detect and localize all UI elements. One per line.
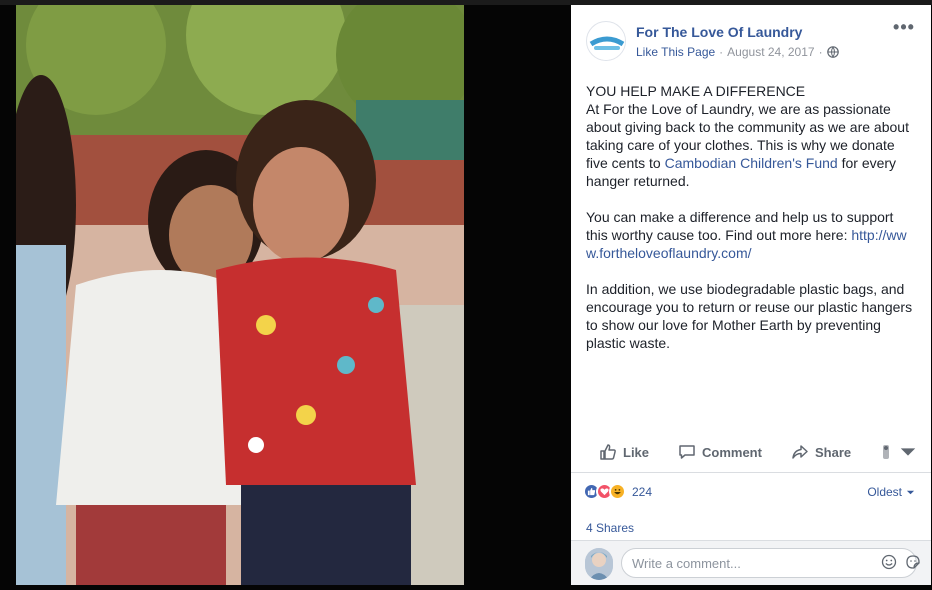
like-page-link[interactable]: Like This Page [636,45,715,59]
avatar-icon [585,548,613,580]
post-paragraph-3: In addition, we use biodegradable plasti… [586,281,913,351]
photo-illustration [16,5,464,585]
sort-label: Oldest [867,485,902,499]
emoji-icon[interactable] [881,554,897,570]
post-paragraph-1: At For the Love of Laundry, we are as pa… [586,100,918,190]
comment-button[interactable]: Comment [678,443,762,461]
user-avatar [585,548,613,580]
share-icon [792,445,808,459]
page-logo-icon [588,23,625,60]
post-heading: YOU HELP MAKE A DIFFERENCE [586,83,806,99]
divider [571,472,931,473]
action-bar: Like Comment Share [571,435,931,471]
comment-tools [881,547,921,570]
share-button[interactable]: Share [791,443,851,461]
post-panel: For The Love Of Laundry Like This Page ·… [571,5,931,585]
comment-placeholder: Write a comment... [632,556,741,571]
reaction-count[interactable]: 224 [632,485,652,499]
comment-label: Comment [702,444,762,460]
more-icon[interactable]: ••• [893,18,915,37]
comment-sort-dropdown[interactable]: Oldest [867,485,915,499]
globe-icon [826,46,839,58]
post-photo[interactable] [16,5,464,585]
page-name[interactable]: For The Love Of Laundry [636,24,802,40]
comment-bar: Write a comment... [571,540,931,585]
like-button[interactable]: Like [599,443,649,461]
post-date[interactable]: August 24, 2017 [727,45,814,59]
like-label: Like [623,444,650,460]
cambodian-fund-link[interactable]: Cambodian Children's Fund [665,155,838,171]
meta-separator: · [719,45,724,59]
reaction-summary[interactable]: 224 [583,483,652,500]
share-label: Share [815,444,852,460]
shares-count[interactable]: 4 Shares [586,521,634,535]
like-icon [600,444,616,460]
comment-icon [679,445,695,459]
post-body: YOU HELP MAKE A DIFFERENCE At For the Lo… [586,82,918,370]
post-header: For The Love Of Laundry Like This Page ·… [571,5,931,75]
comment-input[interactable]: Write a comment... [621,548,917,578]
chevron-down-icon [900,448,916,456]
post-meta: Like This Page · August 24, 2017 · [636,45,839,59]
viewer: For The Love Of Laundry Like This Page ·… [0,0,932,590]
haha-reaction-icon [609,483,626,500]
sticker-icon[interactable] [905,554,921,570]
reactor-icon [883,445,889,459]
post-paragraph-2: You can make a difference and help us to… [586,208,918,262]
page-avatar[interactable] [586,21,626,61]
p2-text-a: You can make a difference and help us to… [586,209,894,243]
reactor-selector[interactable] [877,443,917,461]
meta-separator-2: · [818,45,823,59]
chevron-down-icon [906,490,915,494]
